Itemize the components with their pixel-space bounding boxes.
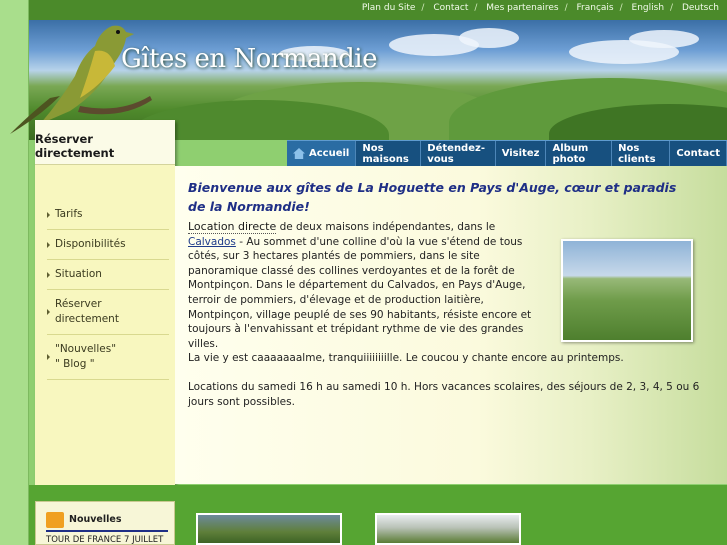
nav-contact[interactable]: Contact — [670, 141, 727, 166]
calm-paragraph: La vie y est caaaaaaalme, tranquiiiiiiii… — [188, 352, 624, 364]
news-box: Nouvelles TOUR DE FRANCE 7 JUILLET — [35, 501, 175, 545]
thumbnail-photo-2[interactable] — [375, 513, 521, 545]
nav-nos-maisons[interactable]: Nos maisons — [356, 141, 422, 166]
thumbnail-photo-1[interactable] — [196, 513, 342, 545]
sidebar: Réserver directement Tarifs Disponibilit… — [35, 120, 175, 485]
landscape-photo[interactable] — [561, 239, 693, 342]
welcome-heading: Bienvenue aux gîtes de La Hoguette en Pa… — [188, 180, 677, 214]
sidebar-menu: Tarifs Disponibilités Situation Réserver… — [35, 200, 175, 380]
sidebar-item-tarifs[interactable]: Tarifs — [47, 200, 169, 230]
booking-paragraph: Locations du samedi 16 h au samedi 10 h.… — [188, 381, 700, 408]
sidebar-item-situation[interactable]: Situation — [47, 260, 169, 290]
arrow-right-icon — [47, 211, 50, 218]
arrow-right-icon — [47, 354, 50, 360]
main-nav: Accueil Nos maisons Détendez-vous Visite… — [287, 140, 727, 166]
main-content: Bienvenue aux gîtes de La Hoguette en Pa… — [175, 166, 727, 484]
home-icon — [293, 148, 305, 159]
megaphone-icon — [46, 512, 64, 528]
topnav-francais[interactable]: Français — [577, 3, 614, 13]
news-title: Nouvelles — [69, 514, 122, 525]
reserve-header[interactable]: Réserver directement — [35, 120, 175, 165]
topnav-deutsch[interactable]: Deutsch — [682, 3, 719, 13]
news-divider — [46, 530, 168, 532]
arrow-right-icon — [47, 309, 50, 315]
sidebar-item-reserver[interactable]: Réserver directement — [47, 290, 169, 335]
lead-text: Location directe — [188, 220, 277, 234]
sidebar-item-blog[interactable]: "Nouvelles" " Blog " — [47, 335, 169, 380]
calvados-link[interactable]: Calvados — [188, 236, 236, 248]
topnav-partenaires[interactable]: Mes partenaires — [486, 3, 558, 13]
sidebar-item-disponibilites[interactable]: Disponibilités — [47, 230, 169, 260]
arrow-right-icon — [47, 241, 50, 248]
nav-album-photo[interactable]: Album photo — [546, 141, 613, 166]
nav-accueil[interactable]: Accueil — [287, 141, 357, 166]
top-nav: Plan du Site / Contact / Mes partenaires / … — [361, 3, 719, 13]
bird-logo — [10, 25, 152, 134]
nav-visitez[interactable]: Visitez — [496, 141, 547, 166]
intro-paragraph: Location directe de deux maisons indépen… — [188, 220, 532, 350]
topnav-english[interactable]: English — [632, 3, 665, 13]
news-item[interactable]: TOUR DE FRANCE 7 JUILLET — [46, 535, 163, 545]
topnav-contact[interactable]: Contact — [433, 3, 468, 13]
nav-nos-clients[interactable]: Nos clients — [612, 141, 671, 166]
topnav-plan-du-site[interactable]: Plan du Site — [362, 3, 416, 13]
arrow-right-icon — [47, 271, 50, 278]
nav-detendez-vous[interactable]: Détendez-vous — [421, 141, 496, 166]
